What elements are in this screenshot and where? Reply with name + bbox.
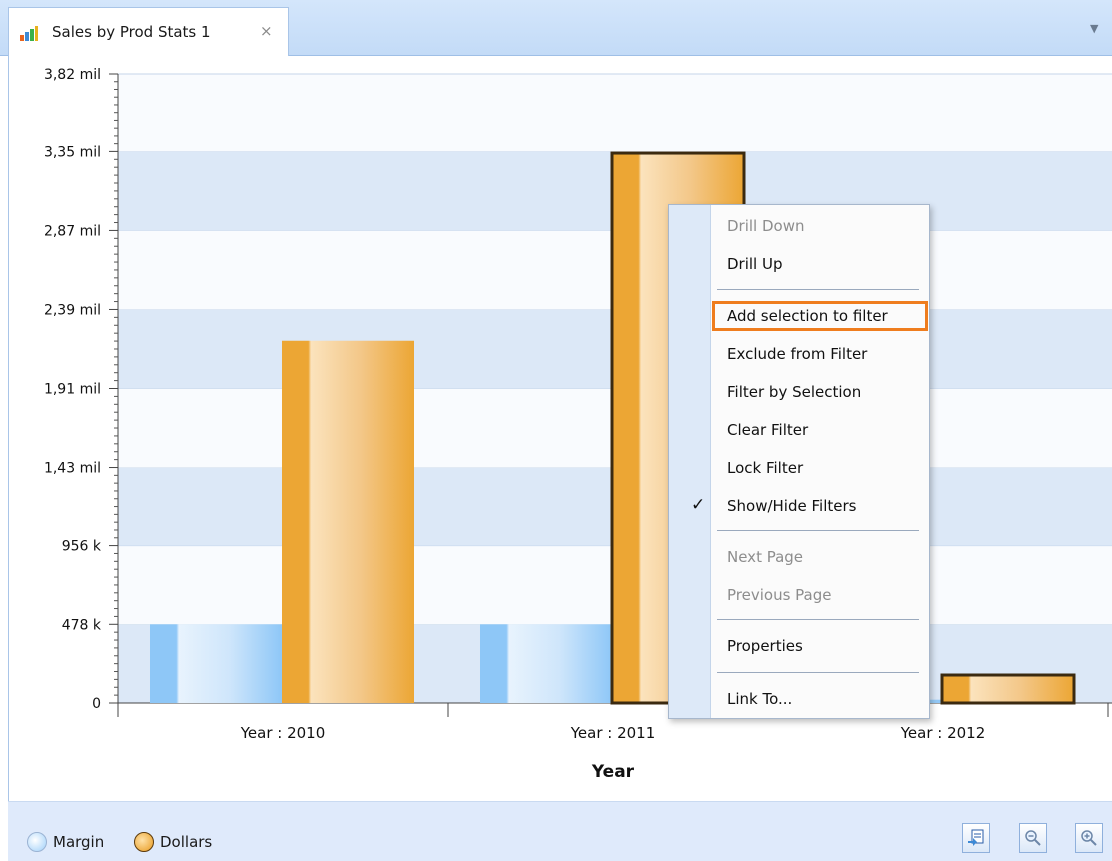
menu-separator	[717, 619, 919, 620]
bar-dollars-0	[282, 340, 414, 703]
y-tick-label: 2,87 mil	[44, 223, 101, 239]
margin-swatch-icon	[27, 832, 47, 852]
tab-sales-by-prod-stats[interactable]: Sales by Prod Stats 1 ×	[8, 7, 289, 57]
legend-item-margin[interactable]: Margin	[27, 832, 104, 852]
menu-gutter	[669, 205, 711, 718]
tab-title: Sales by Prod Stats 1	[52, 23, 211, 41]
x-axis-title: Year	[591, 762, 635, 782]
legend-item-dollars[interactable]: Dollars	[134, 832, 212, 852]
y-tick-label: 956 k	[62, 539, 102, 555]
menu-separator	[717, 289, 919, 290]
x-tick-label: Year : 2011	[570, 724, 656, 742]
y-tick-label: 3,35 mil	[44, 144, 101, 160]
dollars-swatch-icon	[134, 832, 154, 852]
menu-item-drill-up[interactable]: Drill Up	[712, 249, 928, 279]
menu-item-previous-page: Previous Page	[727, 586, 832, 604]
menu-item-drill-down: Drill Down	[727, 217, 805, 235]
zoom-out-button[interactable]	[1019, 823, 1047, 853]
grid-band	[118, 74, 1112, 152]
menu-item-filter-by-selection[interactable]: Filter by Selection	[712, 377, 928, 407]
bar-margin-0	[150, 624, 282, 703]
menu-item-exclude-from-filter[interactable]: Exclude from Filter	[712, 339, 928, 369]
tab-close-icon[interactable]: ×	[260, 22, 273, 40]
bar-dollars-2	[940, 673, 1076, 705]
bar-margin-1	[480, 624, 612, 703]
legend-label-dollars: Dollars	[160, 833, 213, 851]
bar-chart[interactable]: 0 478 k 956 k 1,43 mil 1,91 mil 2,39 mil 2,87 …	[9, 56, 1112, 801]
menu-item-add-selection-to-filter[interactable]: Add selection to filter	[712, 301, 928, 331]
y-tick-label: 3,82 mil	[44, 67, 101, 83]
checkmark-icon: ✓	[691, 495, 706, 515]
legend-label-margin: Margin	[53, 833, 105, 851]
x-tick-label: Year : 2010	[240, 724, 326, 742]
bar-chart-icon	[20, 26, 38, 41]
export-button[interactable]	[962, 823, 990, 853]
x-tick-label: Year : 2012	[900, 724, 986, 742]
zoom-in-button[interactable]	[1075, 823, 1103, 853]
chart-panel: 0 478 k 956 k 1,43 mil 1,91 mil 2,39 mil 2,87 …	[8, 56, 1112, 861]
tab-overflow-menu-icon[interactable]: ▼	[1090, 22, 1098, 35]
zoom-in-icon	[1081, 830, 1097, 846]
menu-item-next-page: Next Page	[727, 548, 804, 566]
menu-item-show-hide-filters[interactable]: Show/Hide Filters	[712, 491, 928, 521]
menu-separator	[717, 530, 919, 531]
legend-bar: Margin Dollars	[8, 801, 1112, 861]
export-icon	[968, 829, 984, 846]
y-tick-label: 0	[92, 696, 101, 712]
y-tick-label: 1,91 mil	[44, 382, 101, 398]
menu-separator	[717, 672, 919, 673]
menu-item-properties[interactable]: Properties	[712, 631, 928, 661]
y-tick-label: 1,43 mil	[44, 461, 101, 477]
menu-item-lock-filter[interactable]: Lock Filter	[712, 453, 928, 483]
y-tick-label: 478 k	[62, 617, 102, 633]
context-menu: Drill Down Drill Up Add selection to filte…	[668, 204, 930, 719]
menu-item-clear-filter[interactable]: Clear Filter	[712, 415, 928, 445]
tab-strip: Sales by Prod Stats 1 × ▼	[0, 0, 1112, 57]
y-tick-label: 2,39 mil	[44, 302, 101, 318]
zoom-out-icon	[1025, 830, 1041, 846]
menu-item-link-to[interactable]: Link To...	[712, 684, 928, 714]
